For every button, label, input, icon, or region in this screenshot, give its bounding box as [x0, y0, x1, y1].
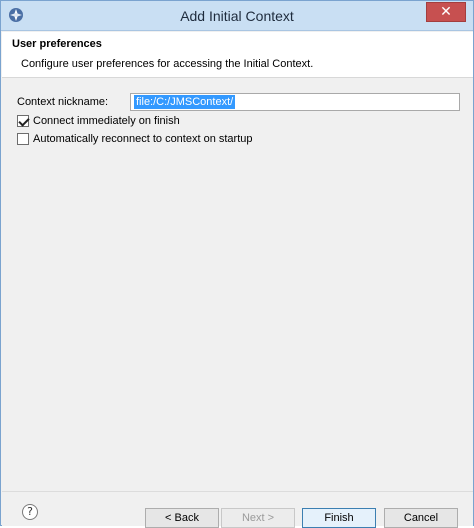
wizard-footer: ? < Back Next > Finish Cancel — [2, 491, 473, 528]
page-description: Configure user preferences for accessing… — [21, 58, 314, 70]
nickname-value: file:/C:/JMSContext/ — [134, 95, 236, 109]
help-icon[interactable]: ? — [22, 504, 38, 520]
nickname-input[interactable]: file:/C:/JMSContext/ — [130, 93, 460, 111]
wizard-content: Context nickname: file:/C:/JMSContext/ C… — [2, 79, 473, 491]
page-title: User preferences — [12, 38, 102, 50]
auto-reconnect-label: Automatically reconnect to context on st… — [33, 133, 253, 145]
window-title: Add Initial Context — [180, 8, 294, 24]
connect-immediately-label: Connect immediately on finish — [33, 115, 180, 127]
cancel-button[interactable]: Cancel — [384, 508, 458, 528]
wizard-header: User preferences Configure user preferen… — [2, 32, 473, 78]
auto-reconnect-checkbox[interactable] — [17, 133, 29, 145]
connect-immediately-checkbox[interactable] — [17, 115, 29, 127]
dialog-window: Add Initial Context ✕ User preferences C… — [0, 0, 474, 528]
finish-button[interactable]: Finish — [302, 508, 376, 528]
next-button[interactable]: Next > — [221, 508, 295, 528]
connect-immediately-row[interactable]: Connect immediately on finish — [17, 113, 180, 129]
close-button[interactable]: ✕ — [426, 2, 466, 22]
auto-reconnect-row[interactable]: Automatically reconnect to context on st… — [17, 131, 253, 147]
back-button[interactable]: < Back — [145, 508, 219, 528]
nickname-label: Context nickname: — [17, 96, 109, 108]
title-bar[interactable]: Add Initial Context ✕ — [1, 1, 473, 31]
